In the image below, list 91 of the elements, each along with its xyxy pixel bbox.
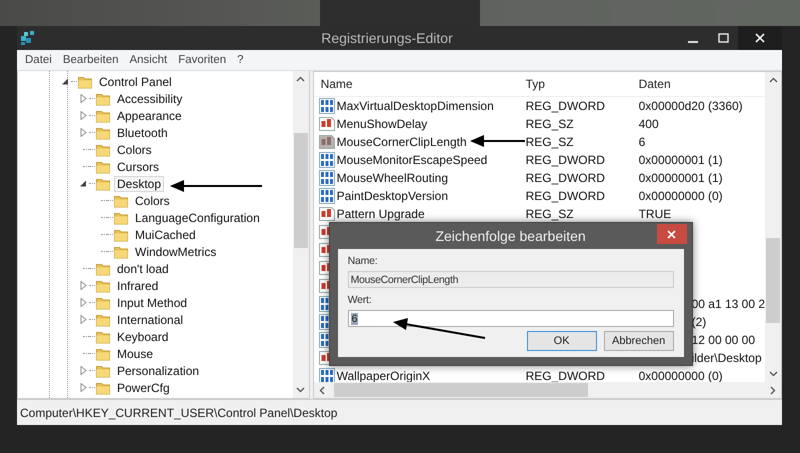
close-icon (755, 33, 765, 43)
value-name[interactable]: MouseWheelRouting (336, 171, 448, 185)
value-data: 6 (638, 135, 646, 149)
value-type: REG_SZ (526, 135, 574, 149)
tree-item[interactable]: Input Method (114, 294, 190, 310)
menu-item[interactable]: Bearbeiten (58, 54, 122, 66)
folder-icon (96, 108, 110, 123)
column-header[interactable]: Typ (518, 77, 632, 91)
tree-item[interactable]: Cursors (114, 158, 162, 174)
value-type: REG_DWORD (526, 153, 605, 167)
value-data: 0x00000d20 (3360) (638, 99, 743, 113)
tree-item[interactable]: don't load (114, 260, 172, 276)
vertical-scrollbar[interactable] (292, 71, 309, 398)
folder-icon (96, 278, 110, 293)
field-label: Name: (348, 254, 379, 269)
folder-icon (96, 346, 110, 361)
folder-icon (114, 193, 128, 208)
folder-icon (78, 74, 92, 89)
cubes-icon (20, 30, 36, 46)
folder-icon (96, 125, 110, 140)
tree-item[interactable]: Bluetooth (114, 124, 171, 140)
value-data: ilder\Desktop (692, 351, 762, 365)
value-type: REG_DWORD (526, 171, 605, 185)
folder-icon (114, 210, 128, 225)
folder-icon (96, 91, 110, 106)
tree-item[interactable]: International (114, 312, 186, 328)
menu-item[interactable]: Ansicht (125, 54, 172, 66)
folder-icon (96, 380, 110, 395)
ok-button[interactable]: OK (526, 331, 597, 351)
folder-icon (96, 159, 110, 174)
value-name[interactable]: Pattern Upgrade (336, 207, 425, 221)
menu-item[interactable]: ? (233, 54, 248, 66)
tree-item[interactable]: WindowMetrics (132, 244, 220, 260)
tree-item[interactable]: Colors (114, 142, 155, 158)
tree-item[interactable]: Mouse (114, 346, 156, 362)
tree-item[interactable]: Colors (132, 192, 173, 208)
tree-item[interactable]: Control Panel (96, 74, 175, 90)
value-data: 0x00000000 (0) (638, 189, 723, 203)
value-type: REG_DWORD (526, 189, 605, 203)
folder-icon (96, 176, 110, 191)
tree-item[interactable]: LanguageConfiguration (132, 210, 263, 226)
minimize-icon (688, 40, 698, 42)
tree-item[interactable]: Desktop (114, 176, 164, 192)
value-data: 12 00 00 00 (692, 333, 755, 347)
scroll-thumb[interactable] (334, 383, 588, 397)
maximize-icon (718, 33, 728, 43)
tree-item[interactable]: Appearance (114, 108, 185, 124)
value-name[interactable]: MouseCornerClipLength (336, 135, 467, 149)
menu-item[interactable]: Favoriten (174, 54, 230, 66)
value-data: 0x00000001 (1) (638, 171, 723, 185)
tree-item[interactable]: Infrared (114, 278, 162, 294)
status-bar-path: Computer\HKEY_CURRENT_USER\Control Panel\Desktop (17, 399, 782, 425)
dialog-title: Zeichenfolge bearbeiten (434, 228, 587, 244)
value-type: REG_DWORD (526, 99, 605, 113)
folder-icon (114, 227, 128, 242)
tree-item[interactable]: Keyboard (114, 328, 172, 344)
scroll-thumb[interactable] (294, 133, 308, 248)
name-field[interactable]: MouseCornerClipLength (348, 271, 674, 288)
vertical-scrollbar[interactable] (765, 72, 781, 382)
folder-icon (96, 142, 110, 157)
value-name[interactable]: MaxVirtualDesktopDimension (336, 99, 494, 113)
value-type: REG_SZ (526, 117, 574, 131)
field-label: Wert: (348, 293, 372, 308)
column-header[interactable]: Name (314, 77, 519, 91)
folder-icon (96, 261, 110, 276)
tree-item[interactable]: Personalization (114, 362, 202, 378)
folder-icon (96, 363, 110, 378)
value-data: TRUE (638, 207, 672, 221)
cancel-button[interactable]: Abbrechen (604, 331, 674, 351)
tree-item[interactable]: PowerCfg (114, 380, 173, 396)
window-title: Registrierungs-Editor (320, 30, 454, 46)
close-button[interactable] (738, 26, 782, 50)
horizontal-scrollbar[interactable] (314, 382, 781, 398)
folder-icon (96, 312, 110, 327)
value-data: 0x00000001 (1) (638, 153, 723, 167)
folder-icon (114, 244, 128, 259)
value-type: REG_SZ (526, 207, 574, 221)
arrow (470, 135, 525, 147)
scroll-thumb[interactable] (766, 238, 780, 323)
value-name[interactable]: MenuShowDelay (336, 117, 428, 131)
value-data: 400 (638, 117, 659, 131)
value-field[interactable]: 6 (348, 310, 674, 327)
menu-item[interactable]: Datei (21, 54, 56, 66)
folder-icon (96, 329, 110, 344)
value-name[interactable]: MouseMonitorEscapeSpeed (336, 153, 488, 167)
tree-item[interactable]: Accessibility (114, 90, 186, 106)
column-header[interactable]: Daten (632, 77, 765, 91)
tree-item[interactable]: MuiCached (132, 226, 199, 242)
folder-icon (96, 295, 110, 310)
close-icon (667, 230, 676, 238)
value-name[interactable]: PaintDesktopVersion (336, 189, 448, 203)
